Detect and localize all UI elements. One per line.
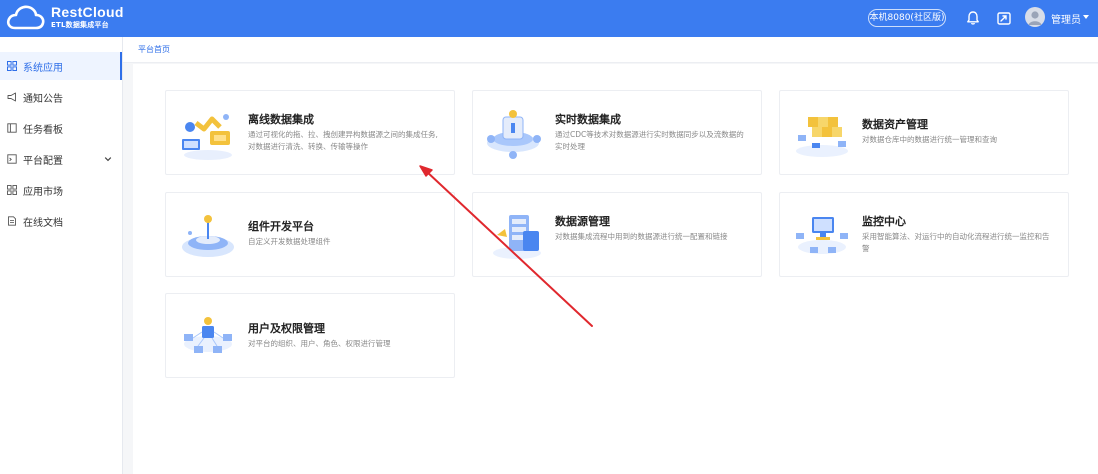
- card-description: 对平台的组织、用户、角色、权限进行管理: [248, 339, 391, 348]
- logo-title: RestCloud: [51, 4, 124, 20]
- sidebar-item-label: 平台配置: [23, 156, 63, 167]
- logo-subtitle: ETL数据集成平台: [51, 21, 109, 29]
- environment-selector[interactable]: 本机8080(社区版): [868, 9, 946, 27]
- avatar[interactable]: [1025, 7, 1045, 27]
- card-description: 采用智能算法、对运行中的自动化流程进行统一监控和告警: [862, 232, 1050, 253]
- card-description: 通过可视化的拖、拉、拽创建异构数据源之间的集成任务,对数据进行清洗、转换、传输等…: [248, 130, 438, 151]
- sidebar-item-platform-config[interactable]: 平台配置: [0, 145, 122, 173]
- card-title: 数据资产管理: [862, 118, 928, 131]
- card-title: 数据源管理: [555, 215, 610, 228]
- component-dev-illustration-icon: [182, 215, 234, 257]
- logo[interactable]: RestCloud ETL数据集成平台: [6, 3, 123, 33]
- sidebar-item-online-docs[interactable]: 在线文档: [0, 207, 122, 235]
- caret-down-icon[interactable]: [1083, 15, 1089, 19]
- app-card-offline-integration[interactable]: 离线数据集成 通过可视化的拖、拉、拽创建异构数据源之间的集成任务,对数据进行清洗…: [165, 90, 455, 175]
- card-title: 组件开发平台: [248, 220, 314, 233]
- card-description: 对数据集成流程中用到的数据源进行统一配置和链接: [555, 232, 728, 241]
- username[interactable]: 管理员: [1051, 11, 1081, 26]
- sidebar: 系统应用 通知公告 任务看板 平台配置 应用市场 在线文档: [0, 37, 123, 474]
- cloud-logo-icon: [6, 5, 45, 30]
- card-title: 离线数据集成: [248, 113, 314, 126]
- monitoring-illustration-icon: [796, 217, 848, 254]
- chevron-down-icon[interactable]: [104, 155, 112, 163]
- sidebar-item-label: 系统应用: [23, 63, 63, 74]
- grid-icon: [7, 61, 17, 71]
- megaphone-icon: [7, 92, 16, 102]
- app-card-data-asset-management[interactable]: 数据资产管理 对数据仓库中的数据进行统一管理和查询: [779, 90, 1069, 175]
- offline-integration-illustration-icon: [182, 114, 232, 160]
- sidebar-item-label: 任务看板: [23, 125, 63, 136]
- card-description: 自定义开发数据处理组件: [248, 237, 331, 246]
- app-card-component-dev[interactable]: 组件开发平台 自定义开发数据处理组件: [165, 192, 455, 277]
- card-title: 监控中心: [862, 215, 906, 228]
- share-icon[interactable]: [996, 10, 1012, 26]
- breadcrumb: 平台首页: [123, 37, 1098, 63]
- document-icon: [8, 216, 16, 226]
- card-title: 实时数据集成: [555, 113, 621, 126]
- breadcrumb-home[interactable]: 平台首页: [138, 44, 170, 55]
- app-card-realtime-integration[interactable]: 实时数据集成 通过CDC等技术对数据源进行实时数据同步以及流数据的实时处理: [472, 90, 762, 175]
- app-card-user-permission[interactable]: 用户及权限管理 对平台的组织、用户、角色、权限进行管理: [165, 293, 455, 378]
- bell-icon[interactable]: [965, 10, 981, 26]
- sidebar-item-label: 应用市场: [23, 187, 63, 198]
- apps-icon: [7, 185, 17, 195]
- main-content: 平台首页 离线数据集成 通过可视化的拖、拉、拽创建异构数据源之间的集成任务,对数…: [123, 37, 1098, 474]
- board-icon: [7, 123, 17, 133]
- card-title: 用户及权限管理: [248, 322, 325, 335]
- monitor-icon: [7, 154, 17, 164]
- app-panel: 离线数据集成 通过可视化的拖、拉、拽创建异构数据源之间的集成任务,对数据进行清洗…: [133, 64, 1098, 474]
- top-header: RestCloud ETL数据集成平台 本机8080(社区版) 管理员: [0, 0, 1098, 37]
- sidebar-item-announcements[interactable]: 通知公告: [0, 83, 122, 111]
- sidebar-item-task-board[interactable]: 任务看板: [0, 114, 122, 142]
- sidebar-item-system-apps[interactable]: 系统应用: [0, 52, 122, 80]
- realtime-integration-illustration-icon: [487, 110, 541, 159]
- app-card-monitoring-center[interactable]: 监控中心 采用智能算法、对运行中的自动化流程进行统一监控和告警: [779, 192, 1069, 277]
- data-source-illustration-icon: [493, 215, 541, 259]
- card-description: 对数据仓库中的数据进行统一管理和查询: [862, 135, 997, 144]
- sidebar-item-label: 通知公告: [23, 94, 63, 105]
- sidebar-item-label: 在线文档: [23, 218, 63, 229]
- sidebar-item-app-market[interactable]: 应用市场: [0, 176, 122, 204]
- app-card-data-source-management[interactable]: 数据源管理 对数据集成流程中用到的数据源进行统一配置和链接: [472, 192, 762, 277]
- card-description: 通过CDC等技术对数据源进行实时数据同步以及流数据的实时处理: [555, 130, 744, 151]
- data-asset-illustration-icon: [796, 117, 848, 157]
- user-permission-illustration-icon: [184, 317, 232, 353]
